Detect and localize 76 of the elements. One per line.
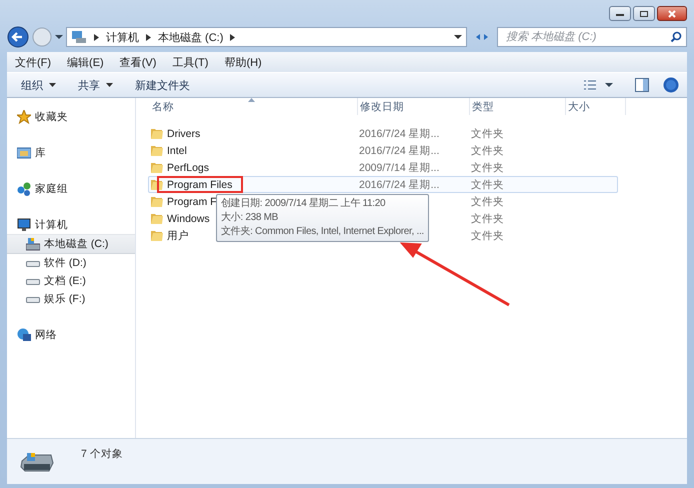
computer-icon bbox=[71, 30, 87, 44]
library-icon bbox=[17, 146, 31, 160]
breadcrumb-arrow-icon[interactable] bbox=[230, 34, 236, 40]
folder-icon bbox=[151, 229, 163, 242]
file-type: 文件夹 bbox=[471, 160, 504, 174]
minimize-button[interactable] bbox=[609, 6, 631, 21]
file-type: 文件夹 bbox=[471, 178, 504, 192]
file-name[interactable]: Program F bbox=[167, 196, 217, 208]
file-name[interactable]: Program Files bbox=[167, 178, 232, 190]
sidebar-item[interactable]: 娱乐 (F:) bbox=[7, 290, 135, 308]
file-name[interactable]: 用户 bbox=[167, 228, 189, 242]
menu-item[interactable]: 工具(T) bbox=[172, 54, 208, 70]
sidebar-item[interactable]: 网络 bbox=[7, 326, 135, 344]
view-options-icon[interactable] bbox=[583, 79, 597, 91]
folder-icon bbox=[151, 161, 163, 174]
folder-icon bbox=[151, 195, 163, 208]
file-type: 文件夹 bbox=[471, 126, 504, 140]
close-button[interactable] bbox=[657, 6, 687, 21]
breadcrumb[interactable]: 本地磁盘 (C:) bbox=[158, 30, 224, 44]
maximize-icon bbox=[639, 10, 649, 18]
folder-icon bbox=[151, 127, 163, 140]
breadcrumb-arrow-icon[interactable] bbox=[146, 34, 151, 40]
folder-icon bbox=[151, 212, 163, 225]
tooltip-line: 大小: 238 MB bbox=[221, 211, 280, 225]
caret-icon[interactable] bbox=[55, 34, 63, 40]
sidebar-item[interactable]: 库 bbox=[7, 144, 135, 162]
file-name[interactable]: Intel bbox=[167, 144, 187, 156]
computer-icon bbox=[17, 218, 31, 232]
item-count: 7 个对象 bbox=[81, 447, 123, 461]
drive-icon bbox=[26, 237, 40, 251]
menu-item[interactable]: 帮助(H) bbox=[224, 54, 262, 70]
sidebar-item[interactable]: 软件 (D:) bbox=[7, 254, 135, 272]
column-header[interactable]: 修改日期 bbox=[358, 98, 470, 115]
file-type: 文件夹 bbox=[471, 228, 504, 242]
address-bar[interactable]: 计算机 本地磁盘 (C:) bbox=[66, 27, 467, 47]
folder-icon bbox=[151, 144, 163, 157]
caret-icon[interactable] bbox=[454, 34, 462, 40]
network-nodes-icon bbox=[17, 182, 31, 196]
sidebar-item[interactable]: 家庭组 bbox=[7, 180, 135, 198]
modified-date: 2016/7/24 星期... bbox=[359, 126, 440, 140]
column-header[interactable]: 大小 bbox=[566, 98, 626, 115]
globe-icon bbox=[17, 328, 31, 342]
file-row[interactable]: Program Files 2016/7/24 星期... 文件夹 bbox=[148, 176, 618, 193]
file-name[interactable]: PerfLogs bbox=[167, 162, 210, 174]
caret-icon[interactable] bbox=[605, 82, 613, 88]
help-icon[interactable] bbox=[663, 77, 679, 93]
maximize-button[interactable] bbox=[633, 6, 655, 21]
file-type: 文件夹 bbox=[471, 144, 504, 158]
modified-date: 2016/7/24 星期... bbox=[359, 144, 440, 158]
menu-item[interactable]: 查看(V) bbox=[120, 54, 156, 70]
sidebar-item[interactable]: 本地磁盘 (C:) bbox=[7, 234, 135, 254]
breadcrumb-arrow-icon[interactable] bbox=[94, 34, 99, 40]
search-field[interactable]: 搜索 本地磁盘 (C:) bbox=[497, 27, 687, 47]
modified-date: 2009/7/14 星期... bbox=[359, 160, 440, 174]
menu-item[interactable]: 编辑(E) bbox=[67, 54, 104, 70]
file-type: 文件夹 bbox=[471, 212, 504, 226]
file-type: 文件夹 bbox=[471, 194, 504, 208]
back-button[interactable] bbox=[7, 26, 29, 48]
modified-date: 2016/7/24 星期... bbox=[359, 178, 440, 192]
breadcrumb[interactable]: 计算机 bbox=[106, 30, 139, 44]
tooltip-line: 文件夹: Common Files, Intel, Internet Explorer, ... bbox=[221, 225, 424, 239]
sidebar-item[interactable]: 文档 (E:) bbox=[7, 272, 135, 290]
sidebar-item[interactable]: 收藏夹 bbox=[7, 108, 135, 126]
close-icon bbox=[667, 10, 677, 18]
column-header[interactable]: 类型 bbox=[470, 98, 566, 115]
menu-item[interactable]: 文件(F) bbox=[15, 54, 52, 70]
preview-pane-icon[interactable] bbox=[635, 78, 649, 92]
sidebar-item[interactable]: 计算机 bbox=[7, 216, 135, 234]
star-icon bbox=[17, 110, 31, 124]
file-name[interactable]: Windows bbox=[167, 212, 210, 224]
tooltip-line: 创建日期: 2009/7/14 星期二 上午 11:20 bbox=[221, 197, 386, 211]
file-name[interactable]: Drivers bbox=[167, 128, 200, 140]
toolbar-button[interactable]: 新建文件夹 bbox=[127, 76, 198, 94]
toolbar-button[interactable]: 组织 bbox=[13, 76, 64, 94]
search-icon bbox=[670, 31, 682, 43]
toolbar-button[interactable]: 共享 bbox=[70, 76, 121, 94]
